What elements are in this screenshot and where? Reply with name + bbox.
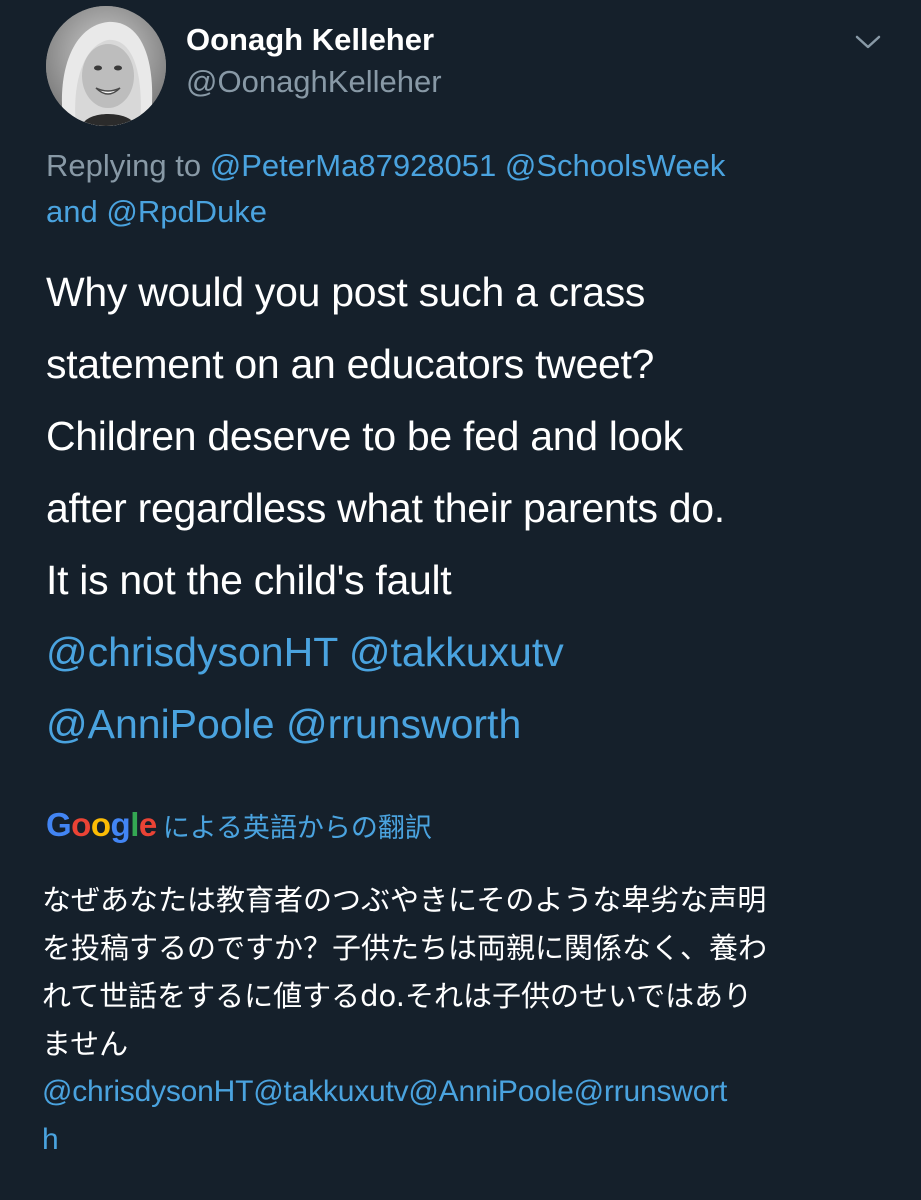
author-handle[interactable]: @OonaghKelleher [186,60,442,104]
reply-joiner[interactable]: and [46,194,106,229]
translated-line: れて世話をするに値するdo.それは子供のせいではあり [42,979,753,1013]
mention-link[interactable]: @AnniPoole [46,701,275,747]
google-logo: Google [46,806,157,844]
tweet-text-line: after regardless what their parents do. [46,485,725,531]
google-logo-letter: G [46,806,72,843]
profile-photo-icon [46,6,166,126]
author-display-name[interactable]: Oonagh Kelleher [186,20,442,60]
google-logo-letter: e [138,806,157,843]
google-logo-letter: o [90,806,111,843]
translated-line: を投稿するのですか？子供たちは両親に関係なく、養わ [42,931,768,965]
translated-text: なぜあなたは教育者のつぶやきにそのような卑劣な声明 を投稿するのですか？子供たち… [42,876,882,1164]
mention-link[interactable]: @takkuxutv [349,629,564,675]
reply-mention-link[interactable]: @SchoolsWeek [505,148,725,183]
reply-mention-link[interactable]: @PeterMa87928051 [210,148,497,183]
translation-attribution[interactable]: Google による英語からの翻訳 [46,800,432,850]
author-names: Oonagh Kelleher @OonaghKelleher [186,20,442,104]
translated-line: なぜあなたは教育者のつぶやきにそのような卑劣な声明 [42,883,767,917]
tweet-text-line: Why would you post such a crass [46,269,646,315]
tweet-text-line: statement on an educators tweet? [46,341,655,387]
replying-to: Replying to @PeterMa87928051 @SchoolsWee… [46,143,876,235]
google-logo-letter: l [130,806,139,843]
translation-label: による英語からの翻訳 [162,812,432,844]
translated-mentions-line[interactable]: @chrisdysonHT@takkuxutv@AnniPoole@rrunsw… [42,1068,882,1116]
mentions-line: @AnniPoole @rrunsworth [46,688,896,760]
tweet-mentions: @chrisdysonHT @takkuxutv @AnniPoole @rru… [46,616,896,760]
mention-link[interactable]: @rrunsworth [286,701,521,747]
tweet-text-line: Children deserve to be fed and look [46,413,683,459]
mentions-line: @chrisdysonHT @takkuxutv [46,616,896,688]
tweet-text-line: It is not the child's fault [46,557,452,603]
replying-prefix: Replying to [46,148,210,183]
reply-mention-link[interactable]: @RpdDuke [106,194,267,229]
google-logo-letter: o [71,806,91,843]
translated-line: ません [42,1027,129,1061]
mention-link[interactable]: @chrisdysonHT [46,629,338,675]
tweet-body: Why would you post such a crass statemen… [46,256,896,616]
translated-mentions-line[interactable]: h [42,1116,882,1164]
chevron-down-icon[interactable] [854,32,882,52]
avatar[interactable] [46,6,166,126]
tweet-header: Oonagh Kelleher @OonaghKelleher [46,6,896,126]
google-logo-letter: g [110,806,131,843]
